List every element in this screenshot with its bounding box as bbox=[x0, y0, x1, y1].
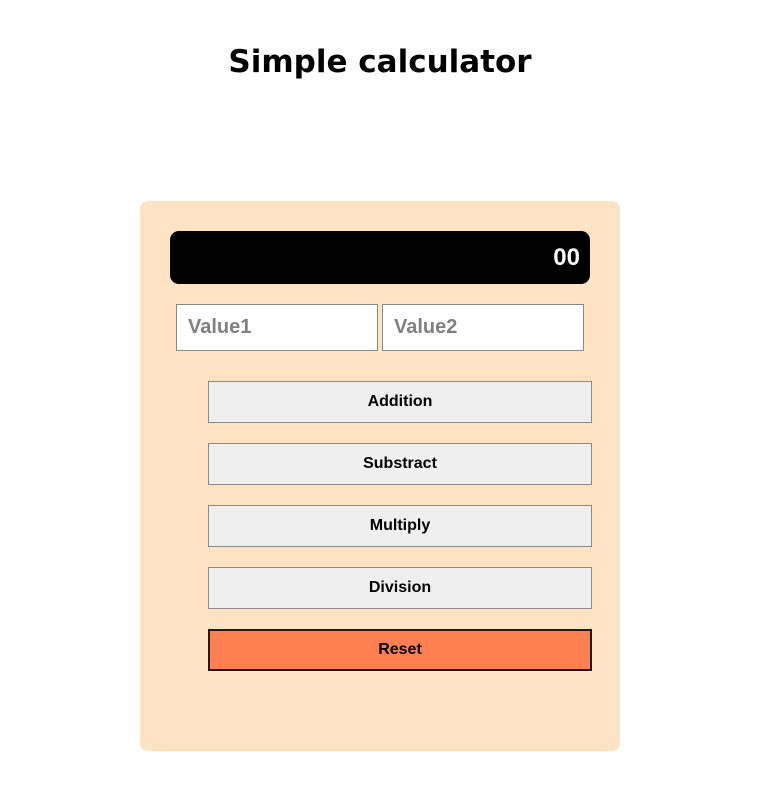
result-display: 00 bbox=[170, 231, 590, 284]
reset-button[interactable]: Reset bbox=[208, 629, 592, 671]
page-title: Simple calculator bbox=[228, 44, 532, 80]
value2-input[interactable] bbox=[382, 304, 584, 351]
addition-button[interactable]: Addition bbox=[208, 381, 592, 423]
subtract-button[interactable]: Substract bbox=[208, 443, 592, 485]
division-button[interactable]: Division bbox=[208, 567, 592, 609]
calculator-panel: 00 Addition Substract Multiply Division … bbox=[140, 201, 620, 751]
page: Simple calculator 00 Addition Substract … bbox=[0, 0, 767, 799]
multiply-button[interactable]: Multiply bbox=[208, 505, 592, 547]
value1-input[interactable] bbox=[176, 304, 378, 351]
